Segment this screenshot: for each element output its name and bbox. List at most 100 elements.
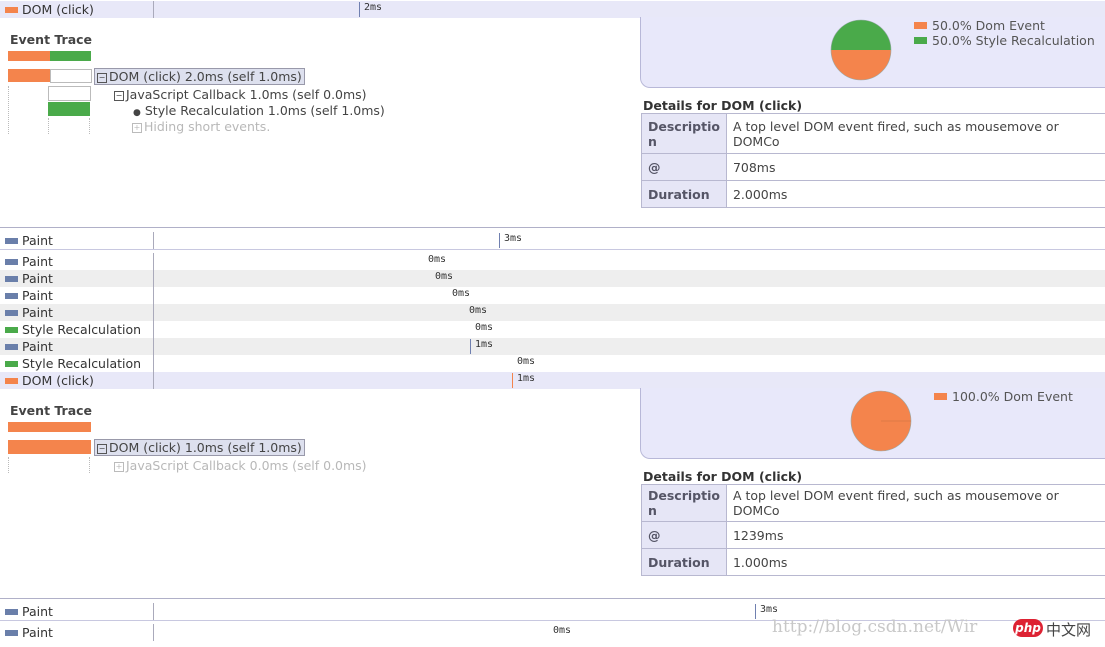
tree-node-label: JavaScript Callback 0.0ms (self 0.0ms) bbox=[126, 458, 367, 473]
pie-slice-style bbox=[831, 20, 891, 50]
row-name: Style Recalculation bbox=[22, 356, 142, 371]
collapse-icon[interactable]: − bbox=[97, 444, 107, 454]
expand-icon[interactable]: + bbox=[132, 123, 142, 133]
paint-swatch bbox=[5, 293, 18, 299]
tree-guide bbox=[48, 118, 50, 134]
details-value: 1.000ms bbox=[725, 548, 1105, 576]
pie-legend: 100.0% Dom Event bbox=[934, 389, 1073, 404]
row-name: Paint bbox=[22, 254, 53, 269]
tree-bar-empty bbox=[50, 69, 92, 83]
tree-node-hidden[interactable]: + JavaScript Callback 0.0ms (self 0.0ms) bbox=[114, 458, 367, 473]
watermark-url: http://blog.csdn.net/Wir bbox=[772, 617, 978, 637]
legend-item: 100.0% Dom Event bbox=[934, 389, 1073, 404]
trace-bar-dom bbox=[8, 422, 91, 432]
tree-node-label: DOM (click) 2.0ms (self 1.0ms) bbox=[109, 69, 302, 84]
details-value: 708ms bbox=[725, 153, 1105, 181]
details-key: Duration bbox=[641, 180, 727, 208]
separator bbox=[0, 227, 1105, 228]
timeline-row-dom-click-top[interactable]: DOM (click) 2ms bbox=[0, 1, 1105, 18]
tree-node-label: DOM (click) 1.0ms (self 1.0ms) bbox=[109, 440, 302, 455]
event-trace-header: Event Trace bbox=[10, 32, 93, 47]
timeline-row-style-recalculation[interactable]: Style Recalculation 0ms bbox=[0, 321, 1105, 338]
row-time: 0ms bbox=[428, 254, 447, 265]
details-title: Details for DOM (click) bbox=[643, 469, 803, 484]
expand-icon[interactable]: + bbox=[114, 462, 124, 472]
legend-item: 50.0% Style Recalculation bbox=[914, 33, 1095, 48]
details-key: Descriptio n bbox=[641, 113, 727, 154]
tree-bar-dom bbox=[8, 440, 91, 454]
paint-swatch bbox=[5, 630, 18, 636]
row-time: 2ms bbox=[359, 2, 382, 17]
details-value: A top level DOM event fired, such as mou… bbox=[725, 484, 1105, 522]
timeline-row-paint[interactable]: Paint 0ms bbox=[0, 287, 1105, 304]
tree-node-label: Hiding short events. bbox=[144, 119, 271, 134]
details-table: Descriptio nA top level DOM event fired,… bbox=[641, 484, 1105, 576]
tree-node-style-recalc[interactable]: ● Style Recalculation 1.0ms (self 1.0ms) bbox=[133, 103, 385, 118]
paint-swatch bbox=[5, 609, 18, 615]
collapse-icon[interactable]: − bbox=[97, 73, 107, 83]
tree-node-dom-click[interactable]: − DOM (click) 2.0ms (self 1.0ms) bbox=[94, 68, 305, 85]
trace-bar-dom bbox=[8, 51, 50, 61]
details-key: @ bbox=[641, 153, 727, 181]
timeline-row-paint[interactable]: Paint 3ms bbox=[0, 232, 1105, 250]
timeline-row-paint[interactable]: Paint 0ms bbox=[0, 304, 1105, 321]
row-name: Paint bbox=[22, 339, 53, 354]
row-time: 1ms bbox=[470, 339, 493, 354]
timeline-row-style-recalculation[interactable]: Style Recalculation 0ms bbox=[0, 355, 1105, 372]
row-time: 0ms bbox=[452, 288, 471, 299]
tree-bar-dom bbox=[8, 69, 50, 82]
collapse-icon[interactable]: − bbox=[114, 91, 124, 101]
paint-swatch bbox=[5, 238, 18, 244]
timeline-row-paint[interactable]: Paint 1ms bbox=[0, 338, 1105, 355]
legend-item: 50.0% Dom Event bbox=[914, 18, 1095, 33]
tree-bar-style bbox=[48, 102, 90, 116]
paint-swatch bbox=[5, 344, 18, 350]
pie-legend: 50.0% Dom Event 50.0% Style Recalculatio… bbox=[914, 18, 1095, 48]
details-key: Descriptio n bbox=[641, 484, 727, 522]
tree-guide bbox=[8, 457, 10, 473]
summary-panel: 100.0% Dom Event bbox=[640, 388, 1105, 459]
pie-slice-dom bbox=[831, 50, 891, 80]
details-value: 2.000ms bbox=[725, 180, 1105, 208]
timeline-row-dom-click[interactable]: DOM (click) 1ms bbox=[0, 372, 1105, 389]
style-swatch bbox=[5, 327, 18, 333]
row-name: Paint bbox=[22, 288, 53, 303]
row-time: 3ms bbox=[499, 233, 522, 248]
timeline-row-paint[interactable]: Paint 0ms bbox=[0, 270, 1105, 287]
details-key: Duration bbox=[641, 548, 727, 576]
watermark-site: 中文网 bbox=[1046, 621, 1092, 639]
summary-panel: 50.0% Dom Event 50.0% Style Recalculatio… bbox=[640, 17, 1105, 88]
paint-swatch bbox=[5, 259, 18, 265]
row-name: Paint bbox=[22, 233, 53, 248]
details-table: Descriptio nA top level DOM event fired,… bbox=[641, 113, 1105, 208]
pie-chart bbox=[850, 390, 912, 452]
row-name: Paint bbox=[22, 604, 53, 619]
row-time: 0ms bbox=[553, 625, 572, 636]
row-time: 1ms bbox=[512, 373, 535, 388]
separator bbox=[0, 598, 1105, 599]
dom-event-swatch bbox=[5, 378, 18, 384]
dom-event-swatch bbox=[5, 7, 18, 13]
row-name: DOM (click) bbox=[22, 2, 94, 17]
row-time: 0ms bbox=[469, 305, 488, 316]
tree-node-label: Style Recalculation 1.0ms (self 1.0ms) bbox=[144, 103, 385, 118]
event-trace-header: Event Trace bbox=[10, 403, 93, 418]
style-swatch bbox=[5, 361, 18, 367]
row-name: Paint bbox=[22, 271, 53, 286]
row-name: Paint bbox=[22, 305, 53, 320]
tree-guide bbox=[8, 86, 10, 134]
tree-guide bbox=[89, 457, 91, 473]
row-name: Paint bbox=[22, 625, 53, 640]
row-name: DOM (click) bbox=[22, 373, 94, 388]
paint-swatch bbox=[5, 276, 18, 282]
tree-guide bbox=[89, 118, 91, 134]
row-time: 0ms bbox=[435, 271, 454, 282]
row-name: Style Recalculation bbox=[22, 322, 142, 337]
tree-node-hidden[interactable]: + Hiding short events. bbox=[132, 119, 270, 134]
paint-swatch bbox=[5, 310, 18, 316]
row-time: 0ms bbox=[475, 322, 494, 333]
tree-node-dom-click[interactable]: − DOM (click) 1.0ms (self 1.0ms) bbox=[94, 439, 305, 456]
timeline-row-paint[interactable]: Paint 0ms bbox=[0, 253, 1105, 270]
tree-node-js-callback[interactable]: − JavaScript Callback 1.0ms (self 0.0ms) bbox=[114, 87, 367, 102]
details-value: A top level DOM event fired, such as mou… bbox=[725, 113, 1105, 154]
